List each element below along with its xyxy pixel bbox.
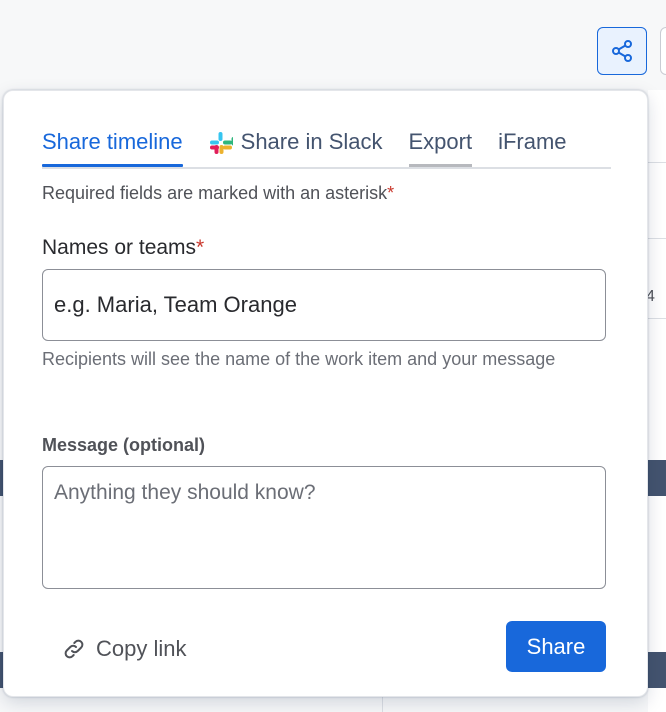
background-divider [648,238,666,239]
share-icon [612,40,632,62]
message-field-label: Message (optional) [42,435,206,455]
required-asterisk: * [196,236,205,259]
required-note-text: Required fields are marked with an aster… [42,183,388,203]
link-icon [64,639,84,659]
names-field-label: Names or teams* [42,236,204,260]
background-divider [648,318,666,319]
names-label-text: Names or teams [42,236,197,259]
share-icon-button[interactable] [597,27,647,75]
background-divider [382,697,383,712]
slack-icon [209,132,233,154]
tab-share-timeline[interactable]: Share timeline [42,127,183,167]
required-fields-note: Required fields are marked with an aster… [42,183,394,204]
tab-label: Share in Slack [240,129,383,154]
tab-export[interactable]: Export [408,127,473,167]
toolbar-button-partial[interactable] [660,27,666,75]
names-help-text: Recipients will see the name of the work… [42,349,556,369]
background-page-strip: 4 [646,90,666,712]
required-asterisk: * [387,183,395,203]
message-input[interactable] [42,466,606,589]
copy-link-label: Copy link [96,636,187,661]
tab-share-in-slack[interactable]: Share in Slack [209,127,383,165]
share-button[interactable]: Share [506,621,606,672]
background-timeline-bar [648,652,666,688]
tab-label: iFrame [498,129,567,154]
share-popup: Share timeline Share in Slack Export iFr… [3,90,648,697]
background-divider [648,162,666,163]
copy-link-button[interactable]: Copy link [62,631,186,667]
names-input[interactable] [42,269,606,341]
share-tabs: Share timeline Share in Slack Export iFr… [42,127,611,169]
tab-label: Export [408,129,473,154]
tab-iframe[interactable]: iFrame [498,127,566,165]
background-timeline-bar [648,460,666,496]
tab-label: Share timeline [42,129,183,154]
